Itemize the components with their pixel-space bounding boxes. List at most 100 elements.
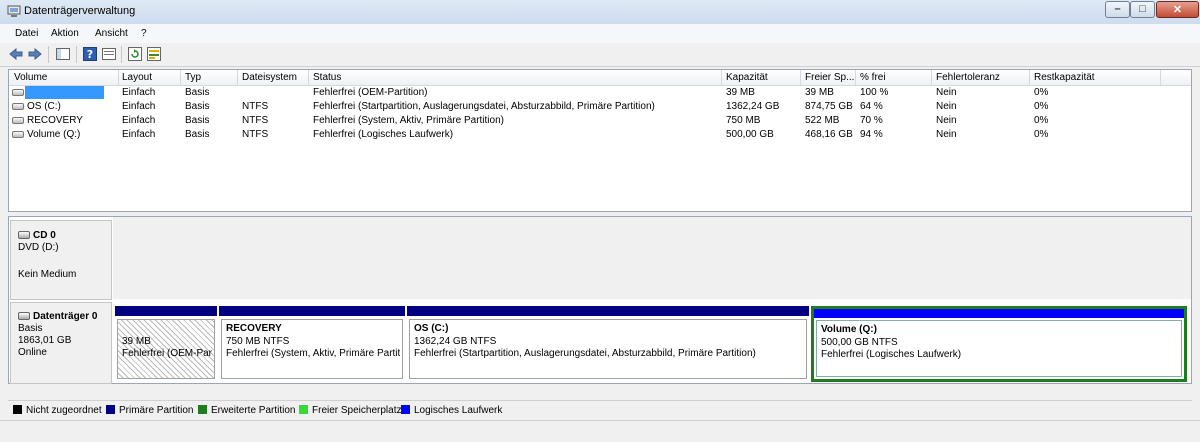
- cell-kapazitaet: 500,00 GB: [726, 129, 774, 140]
- cell-status: Fehlerfrei (Startpartition, Auslagerungs…: [313, 101, 655, 112]
- cell-volume: RECOVERY: [27, 115, 83, 126]
- minimize-button[interactable]: –: [1105, 1, 1130, 18]
- column-divider[interactable]: [1160, 70, 1161, 85]
- legend: Nicht zugeordnet Primäre Partition Erwei…: [8, 400, 1192, 418]
- cell-volume: Volume (Q:): [27, 129, 81, 140]
- menu-ansicht[interactable]: Ansicht: [95, 28, 128, 39]
- maximize-icon: □: [1139, 3, 1146, 15]
- partition-body: RECOVERY 750 MB NTFS Fehlerfrei (System,…: [221, 319, 403, 379]
- partition-status: Fehlerfrei (System, Aktiv, Primäre Parti…: [226, 348, 400, 359]
- partition-body: Volume (Q:) 500,00 GB NTFS Fehlerfrei (L…: [816, 320, 1182, 377]
- cell-volume: OS (C:): [27, 101, 61, 112]
- disk-0-type: Basis: [18, 323, 43, 334]
- partition-size: 750 MB NTFS: [226, 336, 290, 347]
- cd-drive-letter: DVD (D:): [18, 242, 59, 253]
- back-icon[interactable]: [8, 46, 24, 62]
- partition-os-c[interactable]: OS (C:) 1362,24 GB NTFS Fehlerfrei (Star…: [407, 306, 809, 382]
- column-divider[interactable]: [931, 70, 932, 85]
- partition-status: Fehlerfrei (OEM-Partition): [122, 348, 212, 359]
- column-header-prozent-frei[interactable]: % frei: [860, 72, 886, 85]
- cell-dateisystem: NTFS: [242, 115, 269, 126]
- menu-help[interactable]: ?: [141, 28, 147, 39]
- cell-prozent-frei: 94 %: [860, 129, 883, 140]
- column-divider[interactable]: [800, 70, 801, 85]
- column-divider[interactable]: [721, 70, 722, 85]
- refresh-icon[interactable]: [127, 46, 143, 62]
- legend-item: Freier Speicherplatz: [299, 405, 401, 416]
- table-row[interactable]: OS (C:) Einfach Basis NTFS Fehlerfrei (S…: [9, 100, 1191, 114]
- cell-restkapazitaet: 0%: [1034, 101, 1049, 112]
- close-button[interactable]: ✕: [1156, 1, 1199, 18]
- table-row[interactable]: Volume (Q:) Einfach Basis NTFS Fehlerfre…: [9, 128, 1191, 142]
- cd-drive-label[interactable]: CD 0 DVD (D:) Kein Medium: [10, 220, 112, 300]
- menu-datei[interactable]: Datei: [15, 28, 38, 39]
- cd-media-status: Kein Medium: [18, 269, 77, 280]
- volume-icon: [12, 131, 24, 138]
- cell-fehlertoleranz: Nein: [936, 87, 957, 98]
- disk-0-label[interactable]: Datenträger 0 Basis 1863,01 GB Online: [10, 302, 112, 384]
- disk-management-window: Datenträgerverwaltung – □ ✕ Datei Aktion…: [0, 0, 1200, 442]
- cell-restkapazitaet: 0%: [1034, 129, 1049, 140]
- menu-bar: Datei Aktion Ansicht ?: [0, 24, 1200, 44]
- partition-title: Volume (Q:): [821, 324, 877, 335]
- column-header-dateisystem[interactable]: Dateisystem: [242, 72, 297, 85]
- cell-fehlertoleranz: Nein: [936, 101, 957, 112]
- cd-drive-icon: [18, 231, 30, 239]
- partition-size: 1362,24 GB NTFS: [414, 336, 497, 347]
- column-divider[interactable]: [855, 70, 856, 85]
- cell-freier-speicher: 874,75 GB: [805, 101, 853, 112]
- column-header-typ[interactable]: Typ: [185, 72, 201, 85]
- partition-title: RECOVERY: [226, 323, 282, 334]
- cell-status: Fehlerfrei (Logisches Laufwerk): [313, 129, 454, 140]
- table-row[interactable]: Einfach Basis Fehlerfrei (OEM-Partition)…: [9, 86, 1191, 100]
- cell-typ: Basis: [185, 87, 210, 98]
- cell-restkapazitaet: 0%: [1034, 115, 1049, 126]
- legend-label: Primäre Partition: [119, 405, 194, 416]
- disk-0-size: 1863,01 GB: [18, 335, 72, 346]
- help-icon[interactable]: ?: [82, 46, 98, 62]
- properties-icon[interactable]: [101, 46, 117, 62]
- partition-status: Fehlerfrei (Startpartition, Auslagerungs…: [414, 348, 756, 359]
- volume-icon: [12, 117, 24, 124]
- hard-disk-icon: [18, 312, 30, 320]
- partition-volume-q[interactable]: Volume (Q:) 500,00 GB NTFS Fehlerfrei (L…: [811, 306, 1187, 382]
- volume-list: Volume Layout Typ Dateisystem Status Kap…: [8, 69, 1192, 212]
- column-divider[interactable]: [180, 70, 181, 85]
- partition-oem[interactable]: 39 MB Fehlerfrei (OEM-Partition): [115, 306, 217, 382]
- column-header-restkapazitaet[interactable]: Restkapazität: [1034, 72, 1095, 85]
- legend-swatch: [401, 405, 410, 414]
- partition-status: Fehlerfrei (Logisches Laufwerk): [821, 349, 962, 360]
- column-header-freier-speicher[interactable]: Freier Sp...: [805, 72, 854, 85]
- column-header-status[interactable]: Status: [313, 72, 341, 85]
- close-icon: ✕: [1172, 4, 1183, 16]
- cell-kapazitaet: 750 MB: [726, 115, 761, 126]
- column-header-layout[interactable]: Layout: [122, 72, 152, 85]
- column-divider[interactable]: [237, 70, 238, 85]
- settings-icon[interactable]: [146, 46, 162, 62]
- cell-typ: Basis: [185, 129, 210, 140]
- cd-media-area[interactable]: [113, 217, 1191, 299]
- column-header-volume[interactable]: Volume: [14, 72, 47, 85]
- toolbar-separator: [76, 46, 77, 63]
- forward-icon[interactable]: [27, 46, 43, 62]
- cell-layout: Einfach: [122, 101, 156, 112]
- disk-0-title: Datenträger 0: [33, 311, 98, 322]
- maximize-button[interactable]: □: [1130, 1, 1155, 18]
- menu-aktion[interactable]: Aktion: [51, 28, 79, 39]
- legend-item: Logisches Laufwerk: [401, 405, 502, 416]
- column-divider[interactable]: [1029, 70, 1030, 85]
- minimize-icon: –: [1114, 3, 1121, 15]
- column-divider[interactable]: [308, 70, 309, 85]
- cell-freier-speicher: 39 MB: [805, 87, 834, 98]
- table-row[interactable]: RECOVERY Einfach Basis NTFS Fehlerfrei (…: [9, 114, 1191, 128]
- window-title: Datenträgerverwaltung: [24, 5, 136, 17]
- partition-recovery[interactable]: RECOVERY 750 MB NTFS Fehlerfrei (System,…: [219, 306, 405, 382]
- column-header-fehlertoleranz[interactable]: Fehlertoleranz: [936, 72, 1000, 85]
- legend-item: Erweiterte Partition: [198, 405, 295, 416]
- primary-partition-bar: [115, 306, 217, 316]
- svg-text:?: ?: [87, 48, 93, 61]
- column-header-kapazitaet[interactable]: Kapazität: [726, 72, 768, 85]
- column-divider[interactable]: [118, 70, 119, 85]
- console-tree-icon[interactable]: [55, 46, 71, 62]
- primary-partition-bar: [407, 306, 809, 316]
